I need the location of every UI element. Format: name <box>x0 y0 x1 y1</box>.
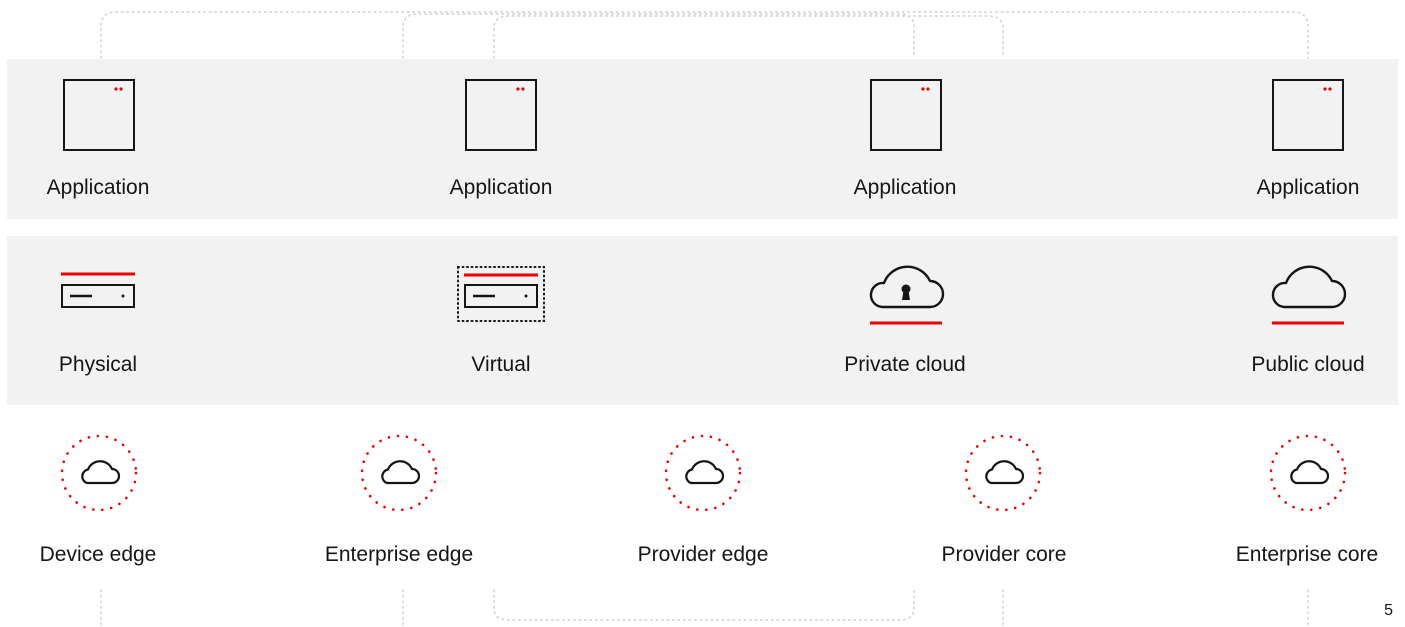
edge-cloud-icon <box>360 434 438 512</box>
virtual-label: Virtual <box>471 353 531 376</box>
edge-cloud-icon <box>60 434 138 512</box>
application-window-icon <box>465 79 537 151</box>
server-icon <box>61 272 135 308</box>
applications-band <box>7 59 1398 219</box>
enterprise-core-label: Enterprise core <box>1235 543 1379 566</box>
edge-cloud-icon <box>964 434 1042 512</box>
public-cloud-icon <box>1271 265 1347 325</box>
edge-cloud-icon <box>664 434 742 512</box>
application-label: Application <box>853 176 957 199</box>
connector-top-right-mid <box>493 15 1004 59</box>
private-cloud-label: Private cloud <box>844 353 966 376</box>
provider-edge-label: Provider edge <box>637 543 769 566</box>
edge-cloud-icon <box>1269 434 1347 512</box>
connector-top-outer <box>100 11 1309 59</box>
connector-bottom-provider <box>493 589 915 621</box>
virtual-server-icon <box>457 266 545 322</box>
application-window-icon <box>870 79 942 151</box>
application-label: Application <box>449 176 553 199</box>
provider-core-label: Provider core <box>941 543 1067 566</box>
infrastructure-band <box>7 236 1398 405</box>
private-cloud-lock-icon <box>869 265 945 325</box>
connector-top-left-mid <box>402 13 915 59</box>
enterprise-edge-label: Enterprise edge <box>324 543 474 566</box>
page-number: 5 <box>1384 602 1393 619</box>
public-cloud-label: Public cloud <box>1251 353 1365 376</box>
physical-label: Physical <box>58 353 138 376</box>
application-label: Application <box>1256 176 1360 199</box>
application-window-icon <box>63 79 135 151</box>
application-window-icon <box>1272 79 1344 151</box>
device-edge-label: Device edge <box>39 543 157 566</box>
application-label: Application <box>46 176 150 199</box>
